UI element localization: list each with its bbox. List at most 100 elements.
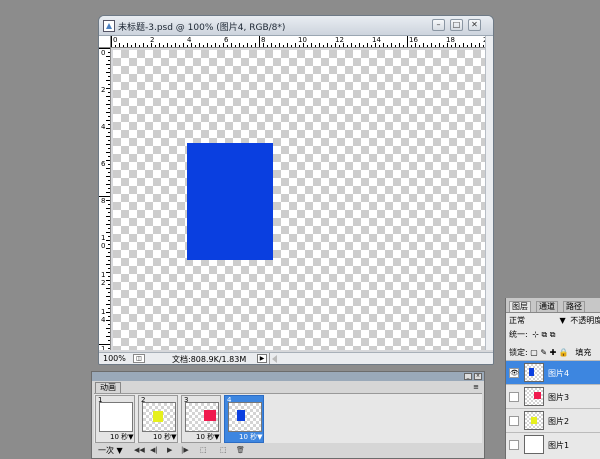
ruler-tick xyxy=(108,252,110,253)
document-window[interactable]: 未标题-3.psd @ 100% (图片4, RGB/8*) – □ ✕ 0 2 4… xyxy=(98,15,494,365)
ruler-tick xyxy=(271,43,272,47)
ruler-tick xyxy=(475,45,476,47)
frame-strip: 1 10 秒▼ 2 10 秒▼ 3 10 秒▼ 4 10 秒▼ xyxy=(94,393,482,443)
ruler-tick xyxy=(106,184,110,185)
unify-icons[interactable]: ⊹ ⧉ ⧉ xyxy=(532,330,555,339)
horizontal-scrollbar[interactable] xyxy=(269,353,482,364)
ruler-tick xyxy=(106,144,110,145)
ruler-tick xyxy=(395,45,396,47)
close-button[interactable]: ✕ xyxy=(468,19,481,31)
frame-1[interactable]: 1 10 秒▼ xyxy=(95,395,135,443)
ruler-label: 12 xyxy=(335,36,344,44)
tab-channels[interactable]: 通道 xyxy=(536,301,558,312)
document-canvas[interactable] xyxy=(113,50,485,350)
ruler-tick xyxy=(171,45,172,47)
ruler-label: 4 xyxy=(101,123,106,131)
zoom-level[interactable]: 100% xyxy=(103,354,126,363)
panel-minimize-icon[interactable]: _ xyxy=(464,373,472,380)
visibility-toggle[interactable] xyxy=(509,440,519,450)
first-frame-icon[interactable]: ◀◀ xyxy=(134,446,145,454)
unify-label: 统一: xyxy=(509,330,528,339)
maximize-button[interactable]: □ xyxy=(450,19,463,31)
ruler-tick xyxy=(108,68,110,69)
ruler-tick xyxy=(299,45,300,47)
play-icon[interactable]: ▶ xyxy=(167,446,172,454)
ruler-tick xyxy=(459,45,460,47)
ruler-tick xyxy=(235,45,236,47)
tab-animation[interactable]: 动画 xyxy=(95,382,121,393)
ruler-tick xyxy=(371,45,372,47)
blend-dropdown-icon[interactable]: ▼ xyxy=(560,316,566,325)
scroll-left-icon[interactable] xyxy=(272,355,277,363)
layer-row-2[interactable]: 图片2 xyxy=(506,408,600,432)
photoshop-document-icon xyxy=(103,20,115,32)
frame-2[interactable]: 2 10 秒▼ xyxy=(138,395,178,443)
layer-row-4[interactable]: 👁 图片4 xyxy=(506,360,600,384)
ruler-tick xyxy=(435,45,436,47)
ruler-tick xyxy=(108,140,110,141)
frame-4[interactable]: 4 10 秒▼ xyxy=(224,395,264,443)
eye-icon[interactable]: 👁 xyxy=(509,368,519,378)
ruler-tick xyxy=(247,43,248,47)
ruler-tick xyxy=(367,43,368,47)
duplicate-frame-icon[interactable]: ⬚ xyxy=(220,446,227,454)
vertical-ruler[interactable]: 0246810121416 xyxy=(99,48,111,350)
loop-select[interactable]: 一次 ▼ xyxy=(98,445,123,456)
status-menu-arrow[interactable]: ▶ xyxy=(257,354,267,363)
minimize-button[interactable]: – xyxy=(432,19,445,31)
ruler-tick xyxy=(147,45,148,47)
panel-close-icon[interactable]: × xyxy=(474,373,482,380)
tab-paths[interactable]: 路径 xyxy=(563,301,585,312)
ruler-label: 10 xyxy=(298,36,307,44)
ruler-tick xyxy=(108,260,110,261)
ruler-tick xyxy=(108,284,110,285)
frame-delay[interactable]: 10 秒▼ xyxy=(196,432,220,442)
previous-frame-icon[interactable]: ◀| xyxy=(150,446,158,454)
ruler-tick xyxy=(106,80,110,81)
horizontal-ruler[interactable]: 0246810121416182 xyxy=(111,36,485,48)
ruler-tick xyxy=(106,192,110,193)
blend-mode-select[interactable]: 正常 xyxy=(509,316,525,325)
tween-icon[interactable]: ⬚ xyxy=(200,446,207,454)
layer-name: 图片3 xyxy=(548,393,570,402)
ruler-label: 16 xyxy=(409,36,418,44)
ruler-tick xyxy=(106,200,110,201)
ruler-tick xyxy=(359,43,360,47)
document-titlebar[interactable]: 未标题-3.psd @ 100% (图片4, RGB/8*) – □ ✕ xyxy=(99,16,493,36)
ruler-tick xyxy=(108,204,110,205)
frame-delay[interactable]: 10 秒▼ xyxy=(110,432,134,442)
ruler-tick xyxy=(455,43,456,47)
frame-3[interactable]: 3 10 秒▼ xyxy=(181,395,221,443)
ruler-tick xyxy=(108,340,110,341)
lock-icons[interactable]: ▢ ✎ ✚ 🔒 xyxy=(530,348,569,357)
ruler-tick xyxy=(106,264,110,265)
tab-layers[interactable]: 图层 xyxy=(509,301,531,312)
ruler-tick xyxy=(108,244,110,245)
next-frame-icon[interactable]: |▶ xyxy=(181,446,189,454)
ruler-tick xyxy=(167,43,168,47)
visibility-toggle[interactable] xyxy=(509,416,519,426)
layer-row-1[interactable]: 图片1 xyxy=(506,432,600,456)
ruler-label: 0 xyxy=(113,36,118,44)
ruler-tick xyxy=(407,36,408,47)
ruler-tick xyxy=(106,56,110,57)
ruler-tick xyxy=(108,316,110,317)
vertical-scrollbar[interactable] xyxy=(485,36,493,350)
ruler-tick xyxy=(379,45,380,47)
visibility-toggle[interactable] xyxy=(509,392,519,402)
frame-delay[interactable]: 10 秒▼ xyxy=(153,432,177,442)
ruler-tick xyxy=(243,45,244,47)
frame-delay[interactable]: 10 秒▼ xyxy=(239,432,263,442)
panel-menu-icon[interactable]: ≡ xyxy=(471,383,481,391)
ruler-tick xyxy=(108,100,110,101)
layer-row-3[interactable]: 图片3 xyxy=(506,384,600,408)
animation-panel-titlebar[interactable]: _ × xyxy=(92,372,484,381)
frame-thumbnail xyxy=(99,402,133,432)
zoom-preview-icon[interactable]: ◫ xyxy=(133,354,145,363)
ruler-tick xyxy=(399,43,400,47)
delete-frame-icon[interactable]: 🗑 xyxy=(236,446,245,454)
ruler-tick xyxy=(267,45,268,47)
ruler-origin[interactable] xyxy=(99,36,111,48)
lock-row: 锁定: ▢ ✎ ✚ 🔒 填充 xyxy=(509,347,591,358)
ruler-tick xyxy=(108,108,110,109)
